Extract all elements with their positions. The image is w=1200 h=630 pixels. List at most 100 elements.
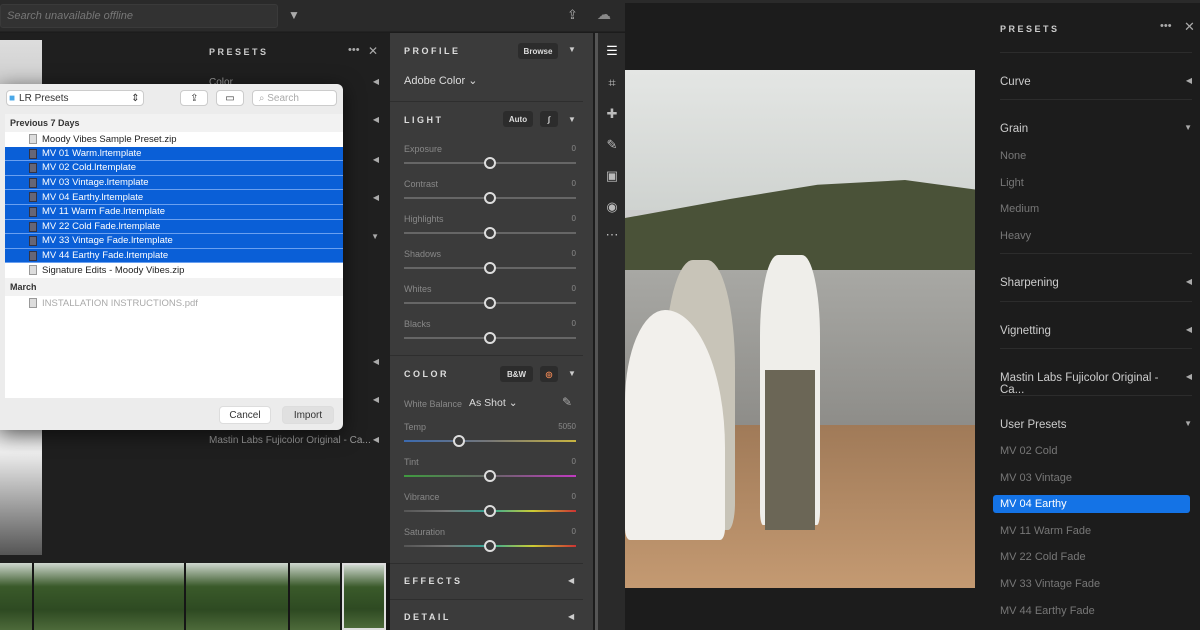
slider-value[interactable]: 0 bbox=[572, 179, 576, 188]
user-preset[interactable]: MV 33 Vintage Fade bbox=[1000, 578, 1100, 590]
slider-value[interactable]: 0 bbox=[572, 249, 576, 258]
preset-group[interactable]: Vignetting ◀ bbox=[1000, 325, 1192, 337]
thumbnail-selected[interactable] bbox=[342, 563, 386, 630]
slider-track[interactable] bbox=[404, 440, 576, 442]
thumbnail[interactable] bbox=[186, 563, 288, 630]
more-icon[interactable]: ⋯ bbox=[604, 227, 620, 243]
slider-shadows[interactable]: Shadows 0 bbox=[404, 249, 576, 279]
slider-value[interactable]: 0 bbox=[572, 319, 576, 328]
user-preset[interactable]: MV 02 Cold bbox=[1000, 445, 1057, 457]
user-preset-selected[interactable]: MV 04 Earthy bbox=[993, 495, 1190, 514]
eyedropper-icon[interactable]: ✎ bbox=[562, 395, 572, 409]
crop-icon[interactable]: ⌗ bbox=[604, 75, 620, 91]
thumbnail[interactable] bbox=[34, 563, 184, 630]
more-icon[interactable]: ••• bbox=[348, 44, 360, 56]
file-row[interactable]: INSTALLATION INSTRUCTIONS.pdf bbox=[5, 296, 343, 311]
grain-preset[interactable]: Medium bbox=[1000, 203, 1039, 215]
slider-whites[interactable]: Whites 0 bbox=[404, 284, 576, 314]
slider-tint[interactable]: Tint 0 bbox=[404, 457, 576, 487]
slider-thumb[interactable] bbox=[484, 192, 496, 204]
file-row[interactable]: MV 33 Vintage Fade.lrtemplate bbox=[5, 234, 343, 249]
grain-preset[interactable]: Heavy bbox=[1000, 230, 1031, 242]
close-icon[interactable]: ✕ bbox=[368, 44, 378, 58]
preset-group[interactable]: Mastin Labs Fujicolor Original - Ca... ◀ bbox=[1000, 372, 1192, 396]
preset-group[interactable]: Curve ◀ bbox=[1000, 76, 1192, 88]
expand-icon[interactable]: ◀ bbox=[568, 576, 574, 585]
slider-value[interactable]: 0 bbox=[572, 214, 576, 223]
preset-group[interactable]: Grain ▼ bbox=[1000, 123, 1192, 135]
thumbnail[interactable] bbox=[290, 563, 340, 630]
slider-thumb[interactable] bbox=[484, 227, 496, 239]
slider-thumb[interactable] bbox=[484, 297, 496, 309]
color-mixer-icon[interactable]: ◎ bbox=[540, 366, 558, 382]
preset-group[interactable]: Sharpening ◀ bbox=[1000, 277, 1192, 289]
location-select[interactable]: ■ LR Presets ⇕ bbox=[6, 90, 145, 106]
filter-icon[interactable]: ▼ bbox=[288, 8, 300, 22]
slider-thumb[interactable] bbox=[484, 332, 496, 344]
slider-highlights[interactable]: Highlights 0 bbox=[404, 214, 576, 244]
healing-icon[interactable]: ✚ bbox=[604, 106, 620, 122]
detail-title[interactable]: DETAIL bbox=[404, 612, 451, 622]
slider-value[interactable]: 5050 bbox=[558, 422, 576, 431]
auto-button[interactable]: Auto bbox=[503, 111, 533, 127]
collapse-icon[interactable]: ▼ bbox=[568, 369, 576, 378]
thumbnail[interactable] bbox=[0, 563, 32, 630]
tone-curve-icon[interactable]: ∫ bbox=[540, 111, 558, 127]
file-row[interactable]: MV 01 Warm.lrtemplate bbox=[5, 146, 343, 162]
file-row[interactable]: Moody Vibes Sample Preset.zip bbox=[5, 132, 343, 147]
radial-gradient-icon[interactable]: ◉ bbox=[604, 199, 620, 215]
file-row[interactable]: MV 44 Earthy Fade.lrtemplate bbox=[5, 248, 343, 264]
share-icon[interactable]: ⇪ bbox=[567, 7, 578, 23]
user-preset[interactable]: MV 03 Vintage bbox=[1000, 472, 1072, 484]
slider-value[interactable]: 0 bbox=[572, 492, 576, 501]
browse-button[interactable]: Browse bbox=[518, 43, 558, 59]
preset-group[interactable]: User Presets ▼ bbox=[1000, 419, 1192, 431]
search-input[interactable]: Search unavailable offline bbox=[0, 4, 278, 28]
share-icon[interactable]: ⇪ bbox=[180, 90, 209, 106]
user-preset[interactable]: MV 44 Earthy Fade bbox=[1000, 605, 1095, 617]
file-row[interactable]: MV 04 Earthy.lrtemplate bbox=[5, 190, 343, 205]
slider-blacks[interactable]: Blacks 0 bbox=[404, 319, 576, 349]
profile-select[interactable]: Adobe Color ⌄ bbox=[404, 74, 477, 87]
slider-thumb[interactable] bbox=[484, 262, 496, 274]
expand-icon[interactable]: ◀ bbox=[568, 612, 574, 621]
slider-saturation[interactable]: Saturation 0 bbox=[404, 527, 576, 557]
user-preset[interactable]: MV 11 Warm Fade bbox=[1000, 525, 1091, 537]
sliders-icon[interactable]: ☰ bbox=[604, 43, 620, 59]
import-button[interactable]: Import bbox=[282, 406, 334, 424]
file-row[interactable]: MV 22 Cold Fade.lrtemplate bbox=[5, 219, 343, 235]
close-icon[interactable]: ✕ bbox=[1184, 19, 1195, 35]
file-row[interactable]: Signature Edits - Moody Vibes.zip bbox=[5, 263, 343, 278]
slider-contrast[interactable]: Contrast 0 bbox=[404, 179, 576, 209]
slider-value[interactable]: 0 bbox=[572, 144, 576, 153]
tag-icon[interactable]: ▭ bbox=[216, 90, 244, 106]
preset-group-mastin[interactable]: Mastin Labs Fujicolor Original - Ca... ◀ bbox=[209, 435, 379, 446]
grain-preset[interactable]: None bbox=[1000, 150, 1026, 162]
file-row[interactable]: MV 02 Cold.lrtemplate bbox=[5, 161, 343, 176]
more-icon[interactable]: ••• bbox=[1160, 20, 1172, 32]
search-input[interactable]: ⌕ Search bbox=[251, 90, 337, 106]
white-balance-select[interactable]: As Shot ⌄ bbox=[469, 397, 518, 409]
linear-gradient-icon[interactable]: ▣ bbox=[604, 168, 620, 184]
file-row[interactable]: MV 11 Warm Fade.lrtemplate bbox=[5, 204, 343, 220]
bw-button[interactable]: B&W bbox=[500, 366, 533, 382]
grain-preset[interactable]: Light bbox=[1000, 177, 1024, 189]
slider-value[interactable]: 0 bbox=[572, 457, 576, 466]
slider-temp[interactable]: Temp 5050 bbox=[404, 422, 576, 452]
collapse-icon[interactable]: ▼ bbox=[568, 115, 576, 124]
slider-value[interactable]: 0 bbox=[572, 284, 576, 293]
brush-icon[interactable]: ✎ bbox=[604, 137, 620, 153]
slider-thumb[interactable] bbox=[484, 157, 496, 169]
slider-thumb[interactable] bbox=[484, 540, 496, 552]
cloud-offline-icon[interactable]: ☁ bbox=[597, 6, 611, 23]
slider-vibrance[interactable]: Vibrance 0 bbox=[404, 492, 576, 522]
collapse-icon[interactable]: ▼ bbox=[568, 45, 576, 54]
slider-thumb[interactable] bbox=[484, 470, 496, 482]
slider-thumb[interactable] bbox=[484, 505, 496, 517]
effects-title[interactable]: EFFECTS bbox=[404, 576, 463, 586]
slider-thumb[interactable] bbox=[453, 435, 466, 447]
cancel-button[interactable]: Cancel bbox=[219, 406, 271, 424]
slider-exposure[interactable]: Exposure 0 bbox=[404, 144, 576, 174]
user-preset[interactable]: MV 22 Cold Fade bbox=[1000, 551, 1086, 563]
slider-value[interactable]: 0 bbox=[572, 527, 576, 536]
